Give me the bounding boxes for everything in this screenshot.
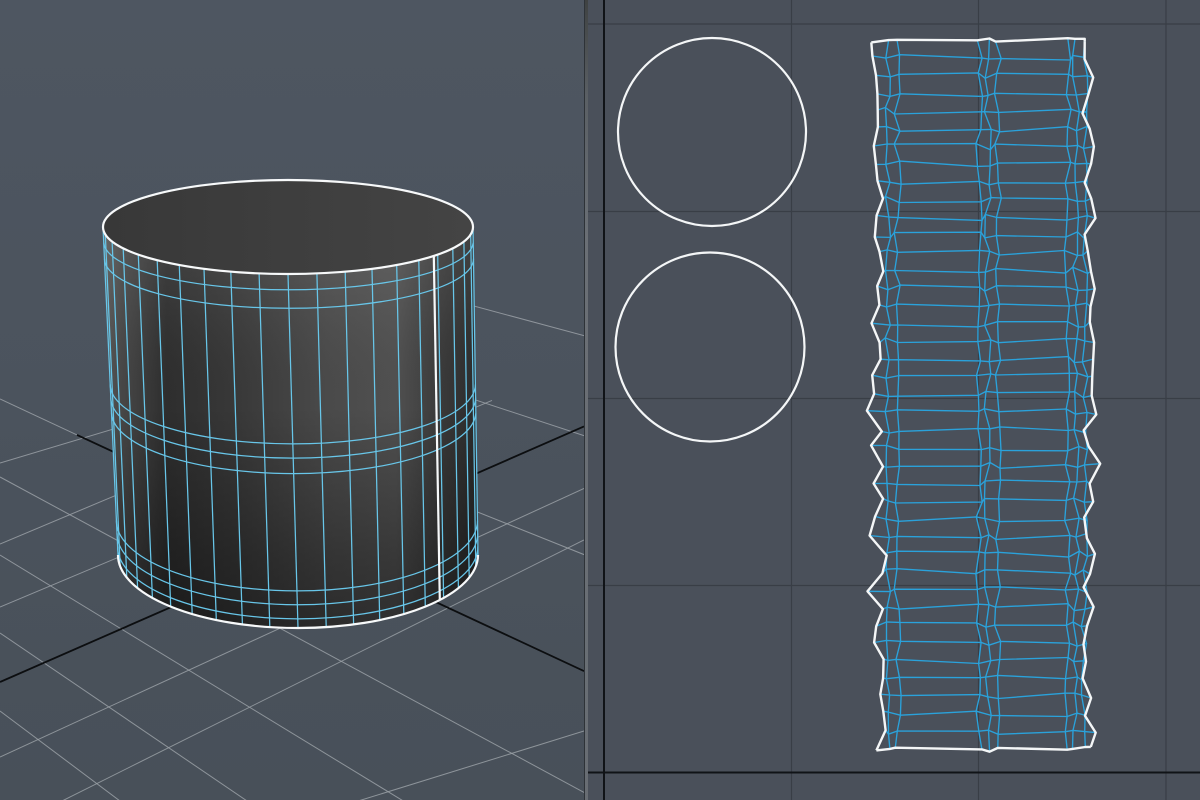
cylinder-mesh[interactable]: [103, 180, 478, 628]
application-window: [0, 0, 1200, 800]
viewport-3d[interactable]: [0, 0, 584, 800]
uv-background: [588, 0, 1200, 800]
uv-editor[interactable]: [588, 0, 1200, 800]
